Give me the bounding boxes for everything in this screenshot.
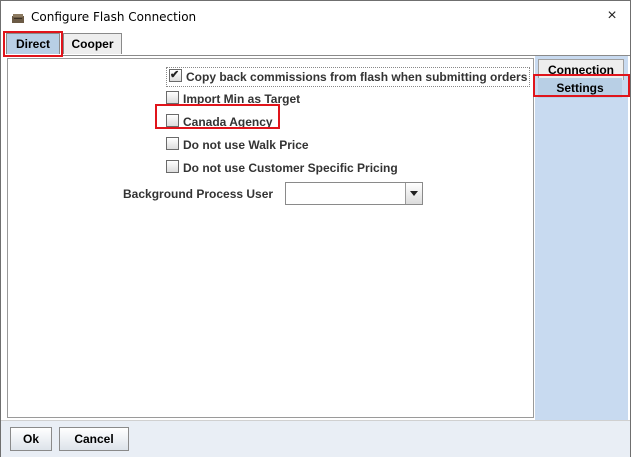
tab-content: Copy back commissions from flash when su… [5, 55, 630, 421]
configure-flash-connection-dialog: Configure Flash Connection × Direct Coop… [0, 0, 631, 457]
import-min-as-target-checkbox[interactable]: Import Min as Target [166, 90, 300, 108]
background-process-user-select[interactable] [285, 182, 423, 205]
checkbox-box[interactable] [166, 114, 179, 127]
checkbox-label: Do not use Customer Specific Pricing [183, 161, 398, 175]
dialog-footer: Ok Cancel [1, 420, 630, 457]
title-bar: Configure Flash Connection × [1, 1, 630, 32]
checkbox-label: Import Min as Target [183, 92, 301, 106]
ok-button[interactable]: Ok [10, 427, 52, 451]
checkbox-box[interactable] [166, 137, 179, 150]
canada-agency-checkbox[interactable]: Canada Agency [166, 113, 273, 131]
close-icon[interactable]: × [602, 6, 622, 26]
settings-panel: Copy back commissions from flash when su… [7, 58, 534, 418]
window-title: Configure Flash Connection [31, 10, 197, 24]
do-not-use-customer-pricing-checkbox[interactable]: Do not use Customer Specific Pricing [166, 159, 398, 177]
cancel-button[interactable]: Cancel [59, 427, 129, 451]
copy-back-commissions-checkbox[interactable]: Copy back commissions from flash when su… [166, 66, 531, 87]
checkbox-box[interactable] [166, 160, 179, 173]
chevron-down-icon[interactable] [405, 183, 422, 204]
top-tab-bar: Direct Cooper [1, 32, 630, 55]
tab-connection[interactable]: Connection [538, 59, 624, 80]
side-tab-panel: Connection Settings [535, 56, 628, 420]
checkbox-box[interactable] [166, 91, 179, 104]
background-process-user-label: Background Process User [123, 187, 274, 201]
tab-settings[interactable]: Settings [538, 78, 622, 98]
tab-direct[interactable]: Direct [6, 33, 60, 54]
checkbox-label: Copy back commissions from flash when su… [186, 70, 528, 84]
checkmark-icon[interactable] [169, 66, 182, 84]
do-not-use-walk-price-checkbox[interactable]: Do not use Walk Price [166, 136, 309, 154]
tab-cooper[interactable]: Cooper [63, 33, 122, 54]
checkbox-label: Do not use Walk Price [183, 138, 309, 152]
checkbox-label: Canada Agency [183, 115, 273, 129]
flash-app-icon [11, 11, 25, 23]
